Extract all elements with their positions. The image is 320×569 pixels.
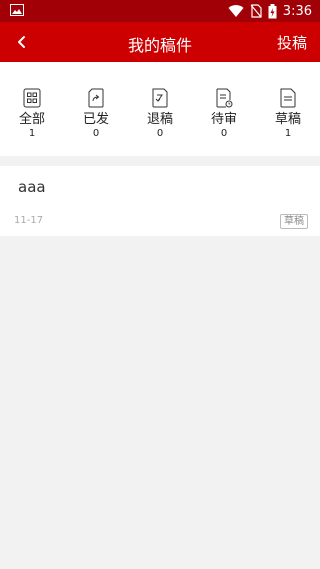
doc-draft-icon	[280, 88, 296, 108]
stat-all[interactable]: 全部 1	[8, 88, 56, 148]
stat-label: 草稿	[274, 112, 301, 127]
stat-count: 0	[220, 128, 228, 139]
app-bar: 我的稿件 投稿	[0, 22, 320, 62]
wifi-icon	[228, 5, 244, 18]
stat-label: 退稿	[146, 112, 173, 127]
submit-article-button[interactable]: 投稿	[277, 32, 307, 53]
grid-icon	[23, 88, 41, 108]
stat-count: 1	[284, 128, 292, 139]
battery-charging-icon	[268, 3, 277, 18]
stat-drafts[interactable]: 草稿 1	[264, 88, 312, 148]
status-badge: 草稿	[280, 214, 308, 229]
image-icon	[10, 4, 24, 16]
doc-share-icon	[88, 88, 104, 108]
article-date: 11-17	[14, 215, 44, 226]
stat-count: 0	[156, 128, 164, 139]
status-icons: 3:36	[228, 2, 312, 20]
stat-count: 1	[28, 128, 36, 139]
article-title: aaa	[18, 178, 46, 196]
stat-label: 已发	[82, 112, 109, 127]
stat-pending[interactable]: 待审 0	[200, 88, 248, 148]
stat-published[interactable]: 已发 0	[72, 88, 120, 148]
doc-pending-icon	[216, 88, 233, 108]
no-sim-icon	[250, 4, 262, 18]
article-list-item[interactable]: aaa 11-17 草稿	[0, 166, 320, 236]
clock: 3:36	[282, 3, 312, 19]
status-bar: 3:36	[0, 0, 320, 22]
page-title: 我的稿件	[127, 36, 192, 55]
article-stats: 全部 1 已发 0 退稿 0 待审 0 草稿 1	[0, 62, 320, 156]
stat-label: 待审	[210, 112, 237, 127]
stat-count: 0	[92, 128, 100, 139]
doc-return-icon	[152, 88, 168, 108]
stat-label: 全部	[18, 112, 45, 127]
stat-rejected[interactable]: 退稿 0	[136, 88, 184, 148]
